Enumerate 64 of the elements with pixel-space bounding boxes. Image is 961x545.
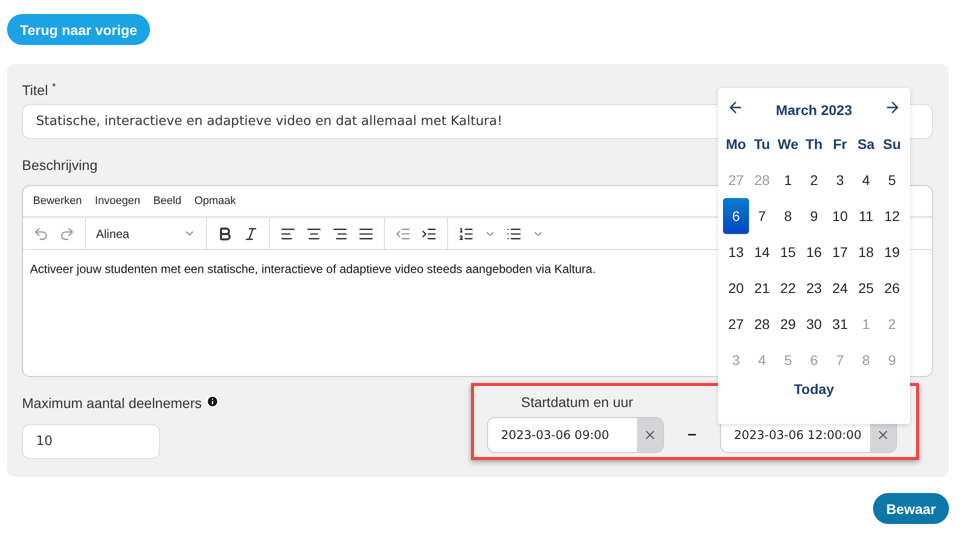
calendar-day[interactable]: 18 [853,234,879,270]
calendar-day[interactable]: 22 [775,270,801,306]
calendar-day[interactable]: 17 [827,234,853,270]
editor-text[interactable]: Activeer jouw studenten met een statische, interactieve of adaptieve video steeds aangeboden via Kaltura. [30,262,596,276]
bullet-list-icon[interactable] [506,226,522,242]
calendar-day[interactable]: 23 [801,270,827,306]
align-left-icon[interactable] [280,226,296,242]
calendar-day[interactable]: 27 [723,306,749,342]
numbered-list-icon[interactable] [458,226,474,242]
align-center-icon[interactable] [306,226,322,242]
indent-icon[interactable] [421,226,437,242]
align-justify-icon[interactable] [358,226,374,242]
start-date-field[interactable]: 2023-03-06 09:00 [487,417,664,453]
undo-icon[interactable] [33,226,49,242]
menu-item[interactable]: Bewerken [33,195,82,207]
align-right-icon[interactable] [332,226,348,242]
field-label: Beschrijving [22,157,98,173]
calendar-day[interactable]: 16 [801,234,827,270]
calendar-day[interactable]: 9 [801,198,827,234]
save-button[interactable]: Bewaar [873,493,949,524]
month-title: March 2023 [776,102,852,118]
calendar-day[interactable]: 21 [749,270,775,306]
field-label: Maximum aantal deelnemers [22,395,202,411]
participants-field[interactable]: 10 [22,424,160,459]
calendar-day[interactable]: 24 [827,270,853,306]
calendar-day[interactable]: 4 [853,162,879,198]
calendar-day[interactable]: 1 [775,162,801,198]
calendar-day[interactable]: 2 [801,162,827,198]
calendar-day[interactable]: 6 [723,198,749,234]
calendar-day[interactable]: 20 [723,270,749,306]
calendar-day[interactable]: 26 [879,270,905,306]
italic-icon[interactable] [243,226,259,242]
calendar-day[interactable]: 3 [827,162,853,198]
calendar-day[interactable]: 19 [879,234,905,270]
calendar-day[interactable]: 30 [801,306,827,342]
menu-item[interactable]: Opmaak [194,195,236,207]
calendar-day[interactable]: 25 [853,270,879,306]
info-icon[interactable] [206,395,219,408]
calendar-day[interactable]: 14 [749,234,775,270]
format-dropdown[interactable]: Alinea [96,226,196,240]
menu-item[interactable]: Invoegen [94,195,140,207]
close-icon [643,428,657,442]
calendar-day[interactable]: 28 [749,306,775,342]
calendar-day[interactable]: 10 [827,198,853,234]
calendar-day[interactable]: 7 [749,198,775,234]
outdent-icon[interactable] [395,226,411,242]
required-mark: * [52,82,56,93]
field-label: Titel [22,82,48,98]
calendar-day[interactable]: 31 [827,306,853,342]
calendar-day[interactable]: 15 [775,234,801,270]
calendar-day[interactable]: 8 [775,198,801,234]
today-button[interactable]: Today [788,380,840,398]
close-icon [876,428,890,442]
range-separator: – [686,426,698,444]
calendar-day[interactable]: 11 [853,198,879,234]
redo-icon[interactable] [59,226,75,242]
clear-button[interactable] [637,418,663,452]
field-label: Startdatum en uur [521,394,634,410]
bold-icon[interactable] [217,226,233,242]
calendar-day[interactable]: 12 [879,198,905,234]
menu-item[interactable]: Beeld [153,195,182,207]
calendar-day[interactable]: 13 [723,234,749,270]
calendar-day[interactable]: 29 [775,306,801,342]
calendar-day[interactable]: 5 [879,162,905,198]
